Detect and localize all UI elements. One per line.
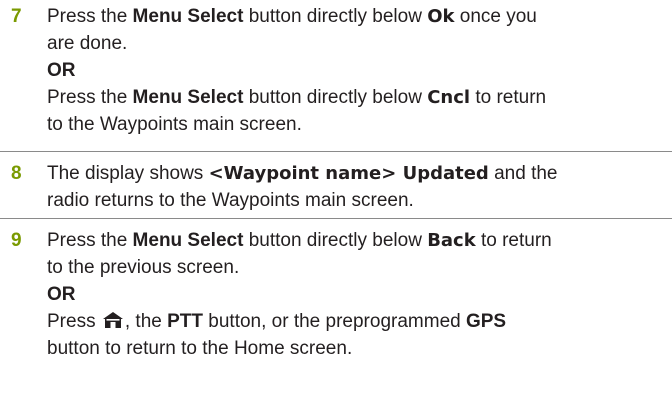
step-line: to the previous screen. xyxy=(47,254,672,281)
step-line: OR xyxy=(47,281,672,308)
or-label: OR xyxy=(47,60,76,81)
display-text: Cncl xyxy=(427,87,471,108)
step-line: Press the Menu Select button directly be… xyxy=(47,227,672,254)
text: The display shows xyxy=(47,163,209,184)
step-body: Press the Menu Select button directly be… xyxy=(47,3,672,138)
display-text: Back xyxy=(427,230,476,251)
step-line: radio returns to the Waypoints main scre… xyxy=(47,187,672,214)
text: once you xyxy=(454,6,537,27)
or-label: OR xyxy=(47,284,76,305)
text: button to return to the Home screen. xyxy=(47,338,353,359)
manual-page: 7 Press the Menu Select button directly … xyxy=(0,0,672,396)
step-line: OR xyxy=(47,57,672,84)
step-line: The display shows <Waypoint name> Update… xyxy=(47,160,672,187)
step-line: to the Waypoints main screen. xyxy=(47,111,672,138)
step-line: Press the Menu Select button directly be… xyxy=(47,84,672,111)
text: button directly below xyxy=(243,87,428,108)
step-number: 7 xyxy=(11,6,22,27)
home-icon xyxy=(102,310,124,328)
text: Press the xyxy=(47,230,133,251)
text: Press the xyxy=(47,6,133,27)
text: to return xyxy=(475,230,552,251)
step-number: 8 xyxy=(11,163,22,184)
display-text: <Waypoint name> Updated xyxy=(208,163,489,184)
step-line: button to return to the Home screen. xyxy=(47,335,672,362)
text: Press xyxy=(47,311,101,332)
bold-term: Menu Select xyxy=(132,87,244,108)
text: are done. xyxy=(47,33,128,54)
text: to return xyxy=(470,87,547,108)
bold-term: PTT xyxy=(167,311,203,332)
text: button, or the preprogrammed xyxy=(203,311,466,332)
text: button directly below xyxy=(243,6,428,27)
bold-term: Menu Select xyxy=(132,6,244,27)
step-number: 9 xyxy=(11,230,22,251)
text: , the xyxy=(124,311,168,332)
step-line: are done. xyxy=(47,30,672,57)
text: button directly below xyxy=(243,230,428,251)
text: and the xyxy=(488,163,558,184)
text: radio returns to the Waypoints main scre… xyxy=(47,190,414,211)
bold-term: GPS xyxy=(465,311,507,332)
step-body: Press the Menu Select button directly be… xyxy=(47,227,672,362)
separator-line xyxy=(0,218,672,219)
text: to the previous screen. xyxy=(47,257,240,278)
display-text: Ok xyxy=(427,6,455,27)
bold-term: Menu Select xyxy=(132,230,244,251)
separator-line xyxy=(0,151,672,152)
text: to the Waypoints main screen. xyxy=(47,114,302,135)
step-line: Press , the PTT button, or the preprogra… xyxy=(47,308,672,335)
step-body: The display shows <Waypoint name> Update… xyxy=(47,160,672,214)
text: Press the xyxy=(47,87,133,108)
step-line: Press the Menu Select button directly be… xyxy=(47,3,672,30)
